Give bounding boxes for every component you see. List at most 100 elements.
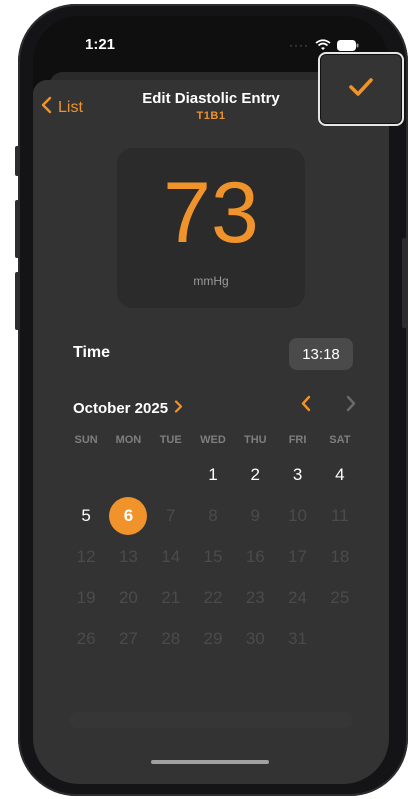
reading-value: 73 <box>163 165 259 261</box>
weekday-wed: WED <box>200 434 226 446</box>
calendar-day-number: 29 <box>203 628 223 648</box>
calendar-day[interactable]: 1 <box>192 454 234 495</box>
calendar-day-number: 12 <box>76 546 96 566</box>
weekday-mon: MON <box>115 434 142 446</box>
calendar-day-number: 7 <box>165 505 176 525</box>
done-button[interactable] <box>318 52 404 126</box>
calendar-empty-cell <box>107 454 149 495</box>
calendar-day-number: 9 <box>250 505 261 525</box>
calendar-day: 31 <box>276 618 318 659</box>
volume-up-button <box>15 200 20 258</box>
calendar-day-number: 5 <box>81 505 91 525</box>
calendar-day-number: 31 <box>288 628 308 648</box>
reading-unit: mmHg <box>193 274 229 288</box>
calendar-day-number: 30 <box>245 628 265 648</box>
calendar-day-number: 2 <box>250 464 261 484</box>
weekday-tue: TUE <box>159 434 182 446</box>
calendar-day: 13 <box>107 536 149 577</box>
calendar-day-number: 25 <box>330 587 350 607</box>
calendar-day: 8 <box>192 495 234 536</box>
month-year-picker[interactable]: October 2025 <box>73 400 183 417</box>
calendar-day: 21 <box>150 577 192 618</box>
weekday-header: SUN MON TUE WED THU FRI SAT <box>65 434 361 446</box>
action-button <box>15 146 20 176</box>
calendar-day-number: 11 <box>331 505 349 525</box>
weekday-fri: FRI <box>288 434 307 446</box>
calendar-day-number: 3 <box>292 464 303 484</box>
calendar-day[interactable]: 5 <box>65 495 107 536</box>
battery-icon <box>337 39 359 51</box>
calendar-day-number: 8 <box>208 505 218 525</box>
calendar-day: 16 <box>234 536 276 577</box>
cellular-signal-icon: ···· <box>289 38 309 52</box>
home-indicator <box>151 760 269 764</box>
calendar-day-number: 10 <box>288 505 308 525</box>
calendar-day-selected[interactable]: 6 <box>107 495 149 536</box>
calendar-day: 27 <box>107 618 149 659</box>
calendar-day-number: 15 <box>203 546 223 566</box>
calendar-day: 17 <box>276 536 318 577</box>
volume-down-button <box>15 272 20 330</box>
next-month-button[interactable] <box>341 394 361 418</box>
calendar-day-number: 16 <box>245 546 265 566</box>
calendar-day-number: 6 <box>109 496 148 535</box>
screen: 1:21 ···· List Edit Diastolic Entry T1B1… <box>33 16 389 784</box>
month-navigation <box>295 394 361 418</box>
calendar-day-number: 28 <box>161 628 181 648</box>
calendar-day-number: 19 <box>76 587 96 607</box>
calendar-day: 25 <box>319 577 361 618</box>
calendar-day-number: 22 <box>203 587 223 607</box>
calendar-day-number: 20 <box>118 587 138 607</box>
reading-value-card[interactable]: 73 mmHg <box>117 148 305 308</box>
calendar-day-number: 26 <box>76 628 96 648</box>
calendar-day: 26 <box>65 618 107 659</box>
time-label: Time <box>73 344 111 361</box>
month-label: October 2025 <box>73 400 169 417</box>
calendar-day-number: 14 <box>161 546 181 566</box>
calendar-day: 9 <box>234 495 276 536</box>
calendar-day: 23 <box>234 577 276 618</box>
weekday-sun: SUN <box>74 434 98 446</box>
time-picker-button[interactable]: 13:18 <box>289 338 353 370</box>
chevron-right-icon <box>174 400 183 417</box>
calendar-day: 29 <box>192 618 234 659</box>
calendar-empty-cell <box>65 454 107 495</box>
calendar-day-number: 13 <box>118 546 138 566</box>
bottom-bar <box>69 712 353 728</box>
calendar-day: 7 <box>150 495 192 536</box>
status-time: 1:21 <box>85 36 116 53</box>
calendar-day[interactable]: 4 <box>319 454 361 495</box>
weekday-sat: SAT <box>329 434 351 446</box>
calendar-day: 20 <box>107 577 149 618</box>
calendar-day-number: 4 <box>335 464 345 484</box>
calendar-day: 11 <box>319 495 361 536</box>
calendar-day: 18 <box>319 536 361 577</box>
calendar-day: 22 <box>192 577 234 618</box>
calendar-day: 19 <box>65 577 107 618</box>
calendar-grid: 1 2 3 4 5 6 7 8 9 10 11 12 13 14 15 16 17 18 19 20 21 22 23 24 2… <box>65 454 361 659</box>
previous-month-button[interactable] <box>295 394 315 418</box>
calendar-day-number: 21 <box>161 587 181 607</box>
calendar-day-number: 24 <box>288 587 308 607</box>
calendar-day-number: 18 <box>330 546 350 566</box>
power-button <box>402 238 407 328</box>
status-icons: ···· <box>289 38 359 52</box>
weekday-thu: THU <box>243 434 267 446</box>
wifi-icon <box>315 39 331 51</box>
calendar-day-number: 27 <box>118 628 138 648</box>
calendar-day: 15 <box>192 536 234 577</box>
chevron-right-icon <box>346 395 357 417</box>
calendar-day[interactable]: 2 <box>234 454 276 495</box>
calendar-day: 24 <box>276 577 318 618</box>
calendar-day: 14 <box>150 536 192 577</box>
calendar-day-number: 23 <box>245 587 265 607</box>
chevron-left-icon <box>300 395 311 417</box>
calendar-empty-cell <box>150 454 192 495</box>
calendar-day-number: 1 <box>208 464 218 484</box>
calendar-day: 12 <box>65 536 107 577</box>
calendar-day: 10 <box>276 495 318 536</box>
calendar-day: 28 <box>150 618 192 659</box>
checkmark-icon <box>348 77 374 102</box>
calendar-day[interactable]: 3 <box>276 454 318 495</box>
calendar-day-number: 17 <box>288 546 308 566</box>
